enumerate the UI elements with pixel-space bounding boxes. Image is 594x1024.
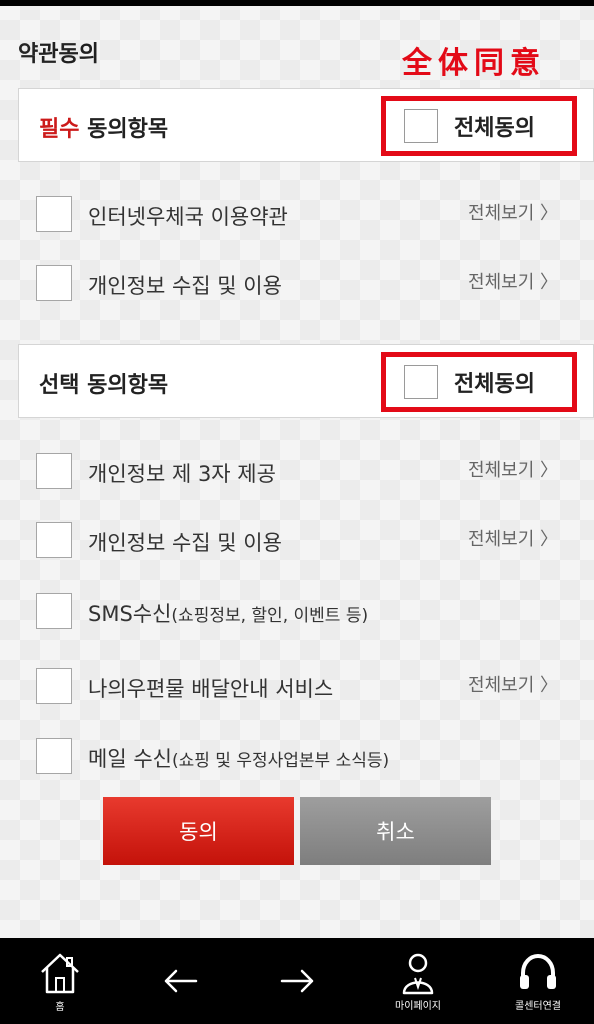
optional-agree-all-box[interactable] <box>404 365 438 399</box>
third-party-view-all-link[interactable]: 전체보기 〉 <box>468 456 558 482</box>
third-party-checkbox[interactable] <box>36 453 72 489</box>
privacy-view-all-link[interactable]: 전체보기 〉 <box>468 268 558 294</box>
nav-home-label: 홈 <box>55 1001 65 1013</box>
delivery-label: 나의우편물 배달안내 서비스 <box>88 677 334 701</box>
sms-label: SMS수신(쇼핑정보, 할인, 이벤트 등) <box>88 598 368 628</box>
required-title-rest: 동의항목 <box>79 117 169 142</box>
user-icon <box>402 953 434 994</box>
nav-back[interactable] <box>150 938 210 1024</box>
optional-privacy-label: 개인정보 수집 및 이용 <box>88 531 282 555</box>
nav-forward[interactable] <box>268 938 328 1024</box>
optional-section-title: 선택 동의항목 <box>39 373 169 398</box>
terms-label: 인터넷우체국 이용약관 <box>88 205 288 229</box>
required-section-title: 필수 동의항목 <box>39 111 168 143</box>
optional-item-third-party: 개인정보 제 3자 제공 전체보기 〉 <box>0 450 594 490</box>
bottom-nav: 홈 마이페이지 콜센터연결 <box>0 938 594 1024</box>
sms-label-main: SMS수신 <box>88 602 172 626</box>
nav-callcenter[interactable]: 콜센터연결 <box>496 938 580 1024</box>
terms-view-all-link[interactable]: 전체보기 〉 <box>468 199 558 225</box>
delivery-checkbox[interactable] <box>36 668 72 704</box>
mail-label: 메일 수신(쇼핑 및 우정사업본부 소식등) <box>88 743 389 773</box>
required-agree-all-box[interactable] <box>404 109 438 143</box>
nav-callcenter-label: 콜센터연결 <box>515 1000 561 1012</box>
required-item-privacy: 개인정보 수집 및 이용 전체보기 〉 <box>0 262 594 302</box>
optional-section-header: 선택 동의항목 전체동의 <box>18 344 594 418</box>
cancel-button[interactable]: 취소 <box>300 797 491 865</box>
optional-item-sms: SMS수신(쇼핑정보, 할인, 이벤트 등) <box>0 590 594 630</box>
optional-agree-all-label: 전체동의 <box>454 372 535 397</box>
delivery-view-all-link[interactable]: 전체보기 〉 <box>468 671 558 697</box>
mail-checkbox[interactable] <box>36 738 72 774</box>
optional-item-mail: 메일 수신(쇼핑 및 우정사업본부 소식등) <box>0 735 594 775</box>
third-party-label: 개인정보 제 3자 제공 <box>88 462 276 486</box>
headset-icon <box>520 953 556 989</box>
page-title: 약관동의 <box>18 42 99 67</box>
sms-checkbox[interactable] <box>36 593 72 629</box>
required-agree-all-checkbox[interactable]: 전체동의 <box>381 96 577 156</box>
nav-mypage[interactable]: 마이페이지 <box>380 938 456 1024</box>
optional-agree-all-checkbox[interactable]: 전체동의 <box>381 352 577 412</box>
optional-item-privacy: 개인정보 수집 및 이용 전체보기 〉 <box>0 519 594 559</box>
status-bar <box>0 0 594 6</box>
nav-mypage-label: 마이페이지 <box>395 1000 441 1012</box>
optional-item-delivery: 나의우편물 배달안내 서비스 전체보기 〉 <box>0 665 594 705</box>
required-label: 필수 <box>39 117 80 142</box>
terms-checkbox[interactable] <box>36 196 72 232</box>
arrow-right-icon <box>280 969 314 993</box>
required-agree-all-label: 전체동의 <box>454 116 535 141</box>
mail-label-sub: (쇼핑 및 우정사업본부 소식등) <box>171 751 390 771</box>
sms-label-sub: (쇼핑정보, 할인, 이벤트 등) <box>171 606 369 626</box>
required-item-terms: 인터넷우체국 이용약관 전체보기 〉 <box>0 193 594 233</box>
required-section-header: 필수 동의항목 전체동의 <box>18 88 594 162</box>
home-icon <box>41 953 79 993</box>
mail-label-main: 메일 수신 <box>88 747 172 771</box>
nav-home[interactable]: 홈 <box>30 938 90 1024</box>
optional-privacy-checkbox[interactable] <box>36 522 72 558</box>
privacy-checkbox[interactable] <box>36 265 72 301</box>
optional-privacy-view-all-link[interactable]: 전체보기 〉 <box>468 525 558 551</box>
agree-button[interactable]: 동의 <box>103 797 294 865</box>
annotation-text: 全体同意 <box>402 46 546 81</box>
arrow-left-icon <box>164 969 198 993</box>
privacy-label: 개인정보 수집 및 이용 <box>88 274 282 298</box>
